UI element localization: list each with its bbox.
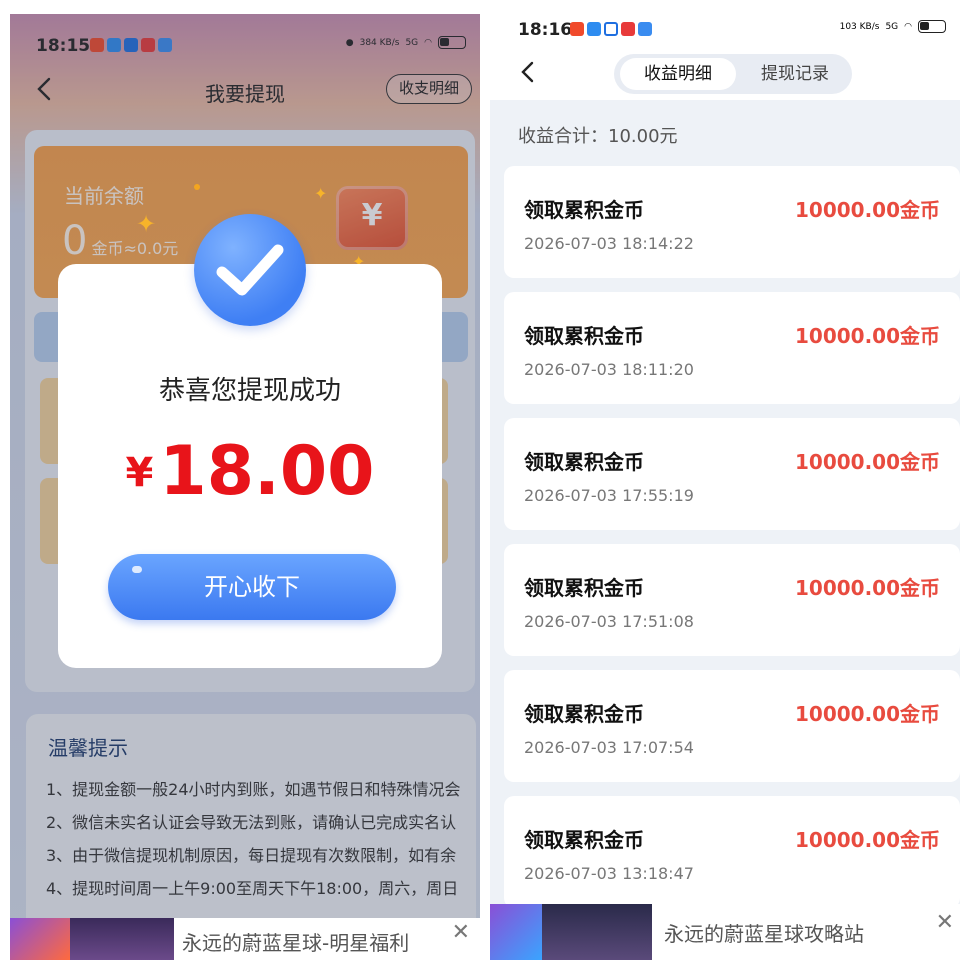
record-title: 领取累积金币 bbox=[524, 450, 644, 474]
record-amount: 10000.00金币 bbox=[794, 198, 940, 222]
modal-title: 恭喜您提现成功 bbox=[158, 376, 341, 406]
signal-icon: 5G bbox=[885, 21, 899, 32]
close-icon[interactable]: ✕ bbox=[452, 920, 470, 945]
status-bar: 18:16 103 KB/s 5G ◠ bbox=[490, 14, 960, 50]
battery-icon bbox=[918, 20, 946, 33]
app-notification-icon bbox=[621, 22, 635, 36]
earnings-record: 领取累积金币 2026-07-03 17:51:08 10000.00金币 bbox=[504, 544, 960, 656]
button-shine bbox=[132, 566, 142, 573]
record-time: 2026-07-03 17:07:54 bbox=[524, 738, 694, 757]
sparkle-icon: ✦ bbox=[314, 184, 328, 203]
ad-text: 永远的蔚蓝星球-明星福利 bbox=[182, 931, 410, 955]
earnings-record: 领取累积金币 2026-07-03 18:11:20 10000.00金币 bbox=[504, 292, 960, 404]
ad-thumbnail bbox=[490, 904, 542, 960]
system-icons: 103 KB/s 5G ◠ bbox=[840, 20, 946, 33]
currency-symbol: ¥ bbox=[125, 450, 154, 496]
earnings-record: 领取累积金币 2026-07-03 17:07:54 10000.00金币 bbox=[504, 670, 960, 782]
amount-value: 18.00 bbox=[159, 432, 375, 511]
earnings-record: 领取累积金币 2026-07-03 17:55:19 10000.00金币 bbox=[504, 418, 960, 530]
accept-button[interactable]: 开心收下 bbox=[108, 554, 396, 620]
ad-banner[interactable]: 永远的蔚蓝星球-明星福利 ✕ bbox=[10, 918, 480, 960]
record-title: 领取累积金币 bbox=[524, 702, 644, 726]
screenshot-root: 18:15 ● 384 KB/s 5G ◠ 我要提现 收支明细 当前余额 0 金… bbox=[0, 0, 960, 960]
wifi-icon: ◠ bbox=[904, 21, 912, 32]
record-title: 领取累积金币 bbox=[524, 828, 644, 852]
withdraw-screen: 18:15 ● 384 KB/s 5G ◠ 我要提现 收支明细 当前余额 0 金… bbox=[10, 14, 480, 960]
net-speed: 103 KB/s bbox=[839, 21, 880, 32]
record-time: 2026-07-03 17:51:08 bbox=[524, 612, 694, 631]
nav-bar: 收益明细 提现记录 bbox=[490, 50, 960, 100]
app-notification-icon bbox=[604, 22, 618, 36]
earnings-record: 领取累积金币 2026-07-03 18:14:22 10000.00金币 bbox=[504, 166, 960, 278]
earnings-total: 收益合计：10.00元 bbox=[518, 126, 678, 147]
success-check-icon bbox=[194, 214, 306, 326]
record-amount: 10000.00金币 bbox=[794, 324, 940, 348]
ad-thumbnail bbox=[10, 918, 70, 960]
record-amount: 10000.00金币 bbox=[794, 702, 940, 726]
withdraw-amount: ¥18.00 bbox=[58, 432, 442, 511]
ad-text: 永远的蔚蓝星球攻略站 bbox=[664, 922, 864, 946]
record-title: 领取累积金币 bbox=[524, 198, 644, 222]
segmented-tabs: 收益明细 提现记录 bbox=[614, 54, 852, 94]
ad-thumbnail bbox=[542, 904, 652, 960]
record-time: 2026-07-03 18:14:22 bbox=[524, 234, 694, 253]
ad-banner[interactable]: 永远的蔚蓝星球攻略站 ✕ bbox=[490, 904, 960, 960]
earnings-record: 领取累积金币 2026-07-03 13:18:47 10000.00金币 bbox=[504, 796, 960, 908]
sparkle-dot bbox=[194, 184, 200, 190]
record-time: 2026-07-03 17:55:19 bbox=[524, 486, 694, 505]
record-title: 领取累积金币 bbox=[524, 576, 644, 600]
record-title: 领取累积金币 bbox=[524, 324, 644, 348]
app-notification-icon bbox=[570, 22, 584, 36]
app-notification-icon bbox=[587, 22, 601, 36]
record-amount: 10000.00金币 bbox=[794, 576, 940, 600]
record-amount: 10000.00金币 bbox=[794, 450, 940, 474]
ad-thumbnail bbox=[70, 918, 174, 960]
back-arrow-icon[interactable] bbox=[518, 60, 538, 84]
status-time: 18:16 bbox=[518, 20, 573, 40]
sparkle-icon: ✦ bbox=[136, 210, 157, 238]
record-amount: 10000.00金币 bbox=[794, 828, 940, 852]
tab-earnings[interactable]: 收益明细 bbox=[620, 58, 736, 90]
accept-button-label: 开心收下 bbox=[204, 573, 300, 601]
close-icon[interactable]: ✕ bbox=[936, 910, 954, 935]
notification-icons bbox=[570, 22, 652, 36]
earnings-screen: 18:16 103 KB/s 5G ◠ 收益明细 提现记录 收益合计：10.00… bbox=[490, 14, 960, 960]
record-time: 2026-07-03 13:18:47 bbox=[524, 864, 694, 883]
tab-withdraw-records[interactable]: 提现记录 bbox=[740, 58, 850, 90]
app-notification-icon bbox=[638, 22, 652, 36]
record-time: 2026-07-03 18:11:20 bbox=[524, 360, 694, 379]
